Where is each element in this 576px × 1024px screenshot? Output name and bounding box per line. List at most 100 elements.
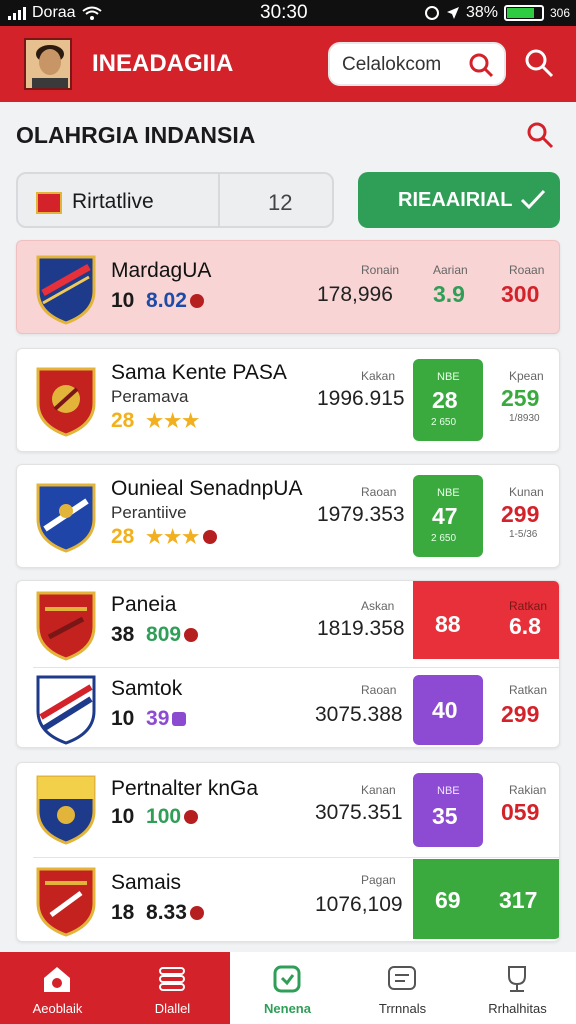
column-label: Kunan bbox=[509, 485, 544, 499]
stack-icon bbox=[159, 967, 185, 991]
nav-label: Nenena bbox=[264, 1001, 311, 1016]
points-value: 299 bbox=[501, 501, 540, 527]
action-button[interactable]: RIEAAIRIAL bbox=[358, 172, 560, 228]
table-row[interactable]: Sama Kente PASA Peramava 28 ★★★ Kakan 19… bbox=[17, 349, 559, 451]
score-box[interactable]: NBE 35 bbox=[413, 773, 483, 847]
team-name: Pertnalter knGa bbox=[111, 777, 259, 800]
score-box[interactable]: 40 bbox=[413, 675, 483, 745]
score-box[interactable]: NBE 47 2 650 bbox=[413, 475, 483, 557]
score-value: 3.9 bbox=[433, 281, 465, 307]
emblem-icon bbox=[184, 810, 199, 825]
signal-icon bbox=[8, 6, 26, 20]
location-arrow-icon bbox=[446, 7, 459, 19]
nav-label: Aeoblaik bbox=[32, 1001, 83, 1016]
table-row[interactable]: Paneia 38 809 Askan 1819.358 88 Ratkan 6… bbox=[17, 581, 559, 665]
search-icon[interactable] bbox=[524, 48, 554, 78]
team-card[interactable]: Sama Kente PASA Peramava 28 ★★★ Kakan 19… bbox=[16, 348, 560, 452]
team-card-group: Paneia 38 809 Askan 1819.358 88 Ratkan 6… bbox=[16, 580, 560, 748]
team-name: Ounieal SenadnpUA bbox=[111, 477, 303, 500]
nav-item-list[interactable]: Dlallel bbox=[115, 952, 230, 1024]
filter-count: 12 bbox=[268, 190, 293, 215]
emblem-icon bbox=[203, 530, 218, 545]
search-icon[interactable] bbox=[468, 52, 494, 78]
divider bbox=[33, 667, 559, 668]
table-row[interactable]: Pertnalter knGa 10 100 Kanan 3075.351 NB… bbox=[17, 763, 559, 855]
score-box[interactable]: NBE 28 2 650 bbox=[413, 359, 483, 441]
star-rating-icon: ★★★ bbox=[146, 527, 201, 548]
check-icon bbox=[520, 189, 546, 210]
column-value: 3075.388 bbox=[315, 703, 403, 726]
page-title: OLAHRGIA INDANSIA bbox=[16, 122, 256, 148]
team-stats: 38 809 bbox=[111, 623, 199, 647]
points-value: 300 bbox=[501, 281, 540, 307]
column-value: 3075.351 bbox=[315, 801, 403, 824]
nav-label: Dlallel bbox=[154, 1001, 191, 1016]
table-row[interactable]: Ounieal SenadnpUA Perantiive 28 ★★★ Raoa… bbox=[17, 465, 559, 567]
column-label: Pagan bbox=[361, 873, 396, 887]
team-crest-icon bbox=[36, 255, 96, 325]
status-extra: 306 bbox=[549, 6, 570, 20]
team-stats: 10 100 bbox=[111, 805, 199, 829]
column-subvalue: 1-5/36 bbox=[509, 529, 538, 540]
score-box[interactable]: 88 Ratkan 6.8 bbox=[413, 581, 559, 659]
bottom-nav: Aeoblaik Dlallel Nenena Trrnnals Rrhalhi… bbox=[0, 952, 576, 1024]
column-value: 1979.353 bbox=[317, 503, 405, 526]
divider bbox=[33, 857, 559, 858]
team-rating: 28 ★★★ bbox=[111, 525, 218, 549]
column-label: Ratkan bbox=[509, 683, 548, 697]
table-row[interactable]: Samais 18 8.33 Pagan 1076,109 69 317 bbox=[17, 859, 559, 941]
emblem-icon bbox=[189, 294, 204, 309]
team-stats: 10 8.02 bbox=[111, 289, 204, 313]
team-crest-icon bbox=[36, 675, 96, 745]
team-card-group: Pertnalter knGa 10 100 Kanan 3075.351 NB… bbox=[16, 762, 560, 942]
nav-label: Trrnnals bbox=[378, 1001, 427, 1016]
table-row[interactable]: MardagUA 10 8.02 Ronain 178,996 Aarian 3… bbox=[17, 241, 559, 333]
column-label: Rakian bbox=[509, 783, 547, 797]
column-value: 178,996 bbox=[317, 283, 393, 306]
team-name: Samtok bbox=[111, 677, 183, 700]
column-label: Kanan bbox=[361, 783, 396, 797]
filter-selector[interactable]: Rirtatlive 12 bbox=[16, 172, 334, 228]
emblem-icon bbox=[184, 628, 199, 643]
team-name: Sama Kente PASA bbox=[111, 361, 287, 384]
points-value: 259 bbox=[501, 385, 540, 411]
shield-icon bbox=[273, 965, 301, 993]
nav-item-chat[interactable]: Trrnnals bbox=[345, 952, 460, 1024]
team-crest-icon bbox=[36, 367, 96, 437]
status-bar: Doraa 30:30 38% 306 bbox=[0, 0, 576, 26]
points-value: 059 bbox=[501, 799, 540, 825]
action-button-label: RIEAAIRIAL bbox=[398, 189, 513, 211]
carrier-label: Doraa bbox=[32, 4, 76, 21]
avatar[interactable] bbox=[24, 38, 72, 90]
team-card[interactable]: Ounieal SenadnpUA Perantiive 28 ★★★ Raoa… bbox=[16, 464, 560, 568]
nav-item-trophy[interactable]: Rrhalhitas bbox=[460, 952, 575, 1024]
nav-item-home[interactable]: Aeoblaik bbox=[0, 952, 115, 1024]
team-stats: 10 39 bbox=[111, 707, 187, 731]
column-label: Ronain bbox=[361, 263, 400, 277]
column-label: Kakan bbox=[361, 369, 396, 383]
score-box[interactable]: 69 317 bbox=[413, 859, 559, 939]
team-card[interactable]: MardagUA 10 8.02 Ronain 178,996 Aarian 3… bbox=[16, 240, 560, 334]
header-search-box[interactable] bbox=[328, 42, 506, 86]
column-label: Kpean bbox=[509, 369, 544, 383]
column-subvalue: 1/8930 bbox=[509, 413, 540, 424]
nav-label: Rrhalhitas bbox=[488, 1001, 547, 1016]
column-label: Askan bbox=[361, 599, 395, 613]
column-label: Raoan bbox=[361, 683, 397, 697]
chat-icon bbox=[388, 966, 416, 990]
app-title: INEADAGIIA bbox=[92, 50, 234, 77]
table-row[interactable]: Samtok 10 39 Raoan 3075.388 40 Ratkan 29… bbox=[17, 669, 559, 747]
team-name: Samais bbox=[111, 871, 182, 894]
team-subtitle: Perantiive bbox=[111, 503, 187, 522]
alarm-icon bbox=[424, 6, 439, 20]
column-label: Roaan bbox=[509, 263, 545, 277]
emblem-icon bbox=[189, 906, 204, 921]
trophy-icon bbox=[508, 966, 526, 992]
nav-item-teams[interactable]: Nenena bbox=[230, 952, 345, 1024]
team-subtitle: Peramava bbox=[111, 387, 189, 406]
points-value: 299 bbox=[501, 701, 540, 727]
team-name: Paneia bbox=[111, 593, 177, 616]
search-icon[interactable] bbox=[526, 121, 554, 149]
home-icon bbox=[44, 967, 70, 992]
search-input[interactable] bbox=[342, 52, 472, 78]
